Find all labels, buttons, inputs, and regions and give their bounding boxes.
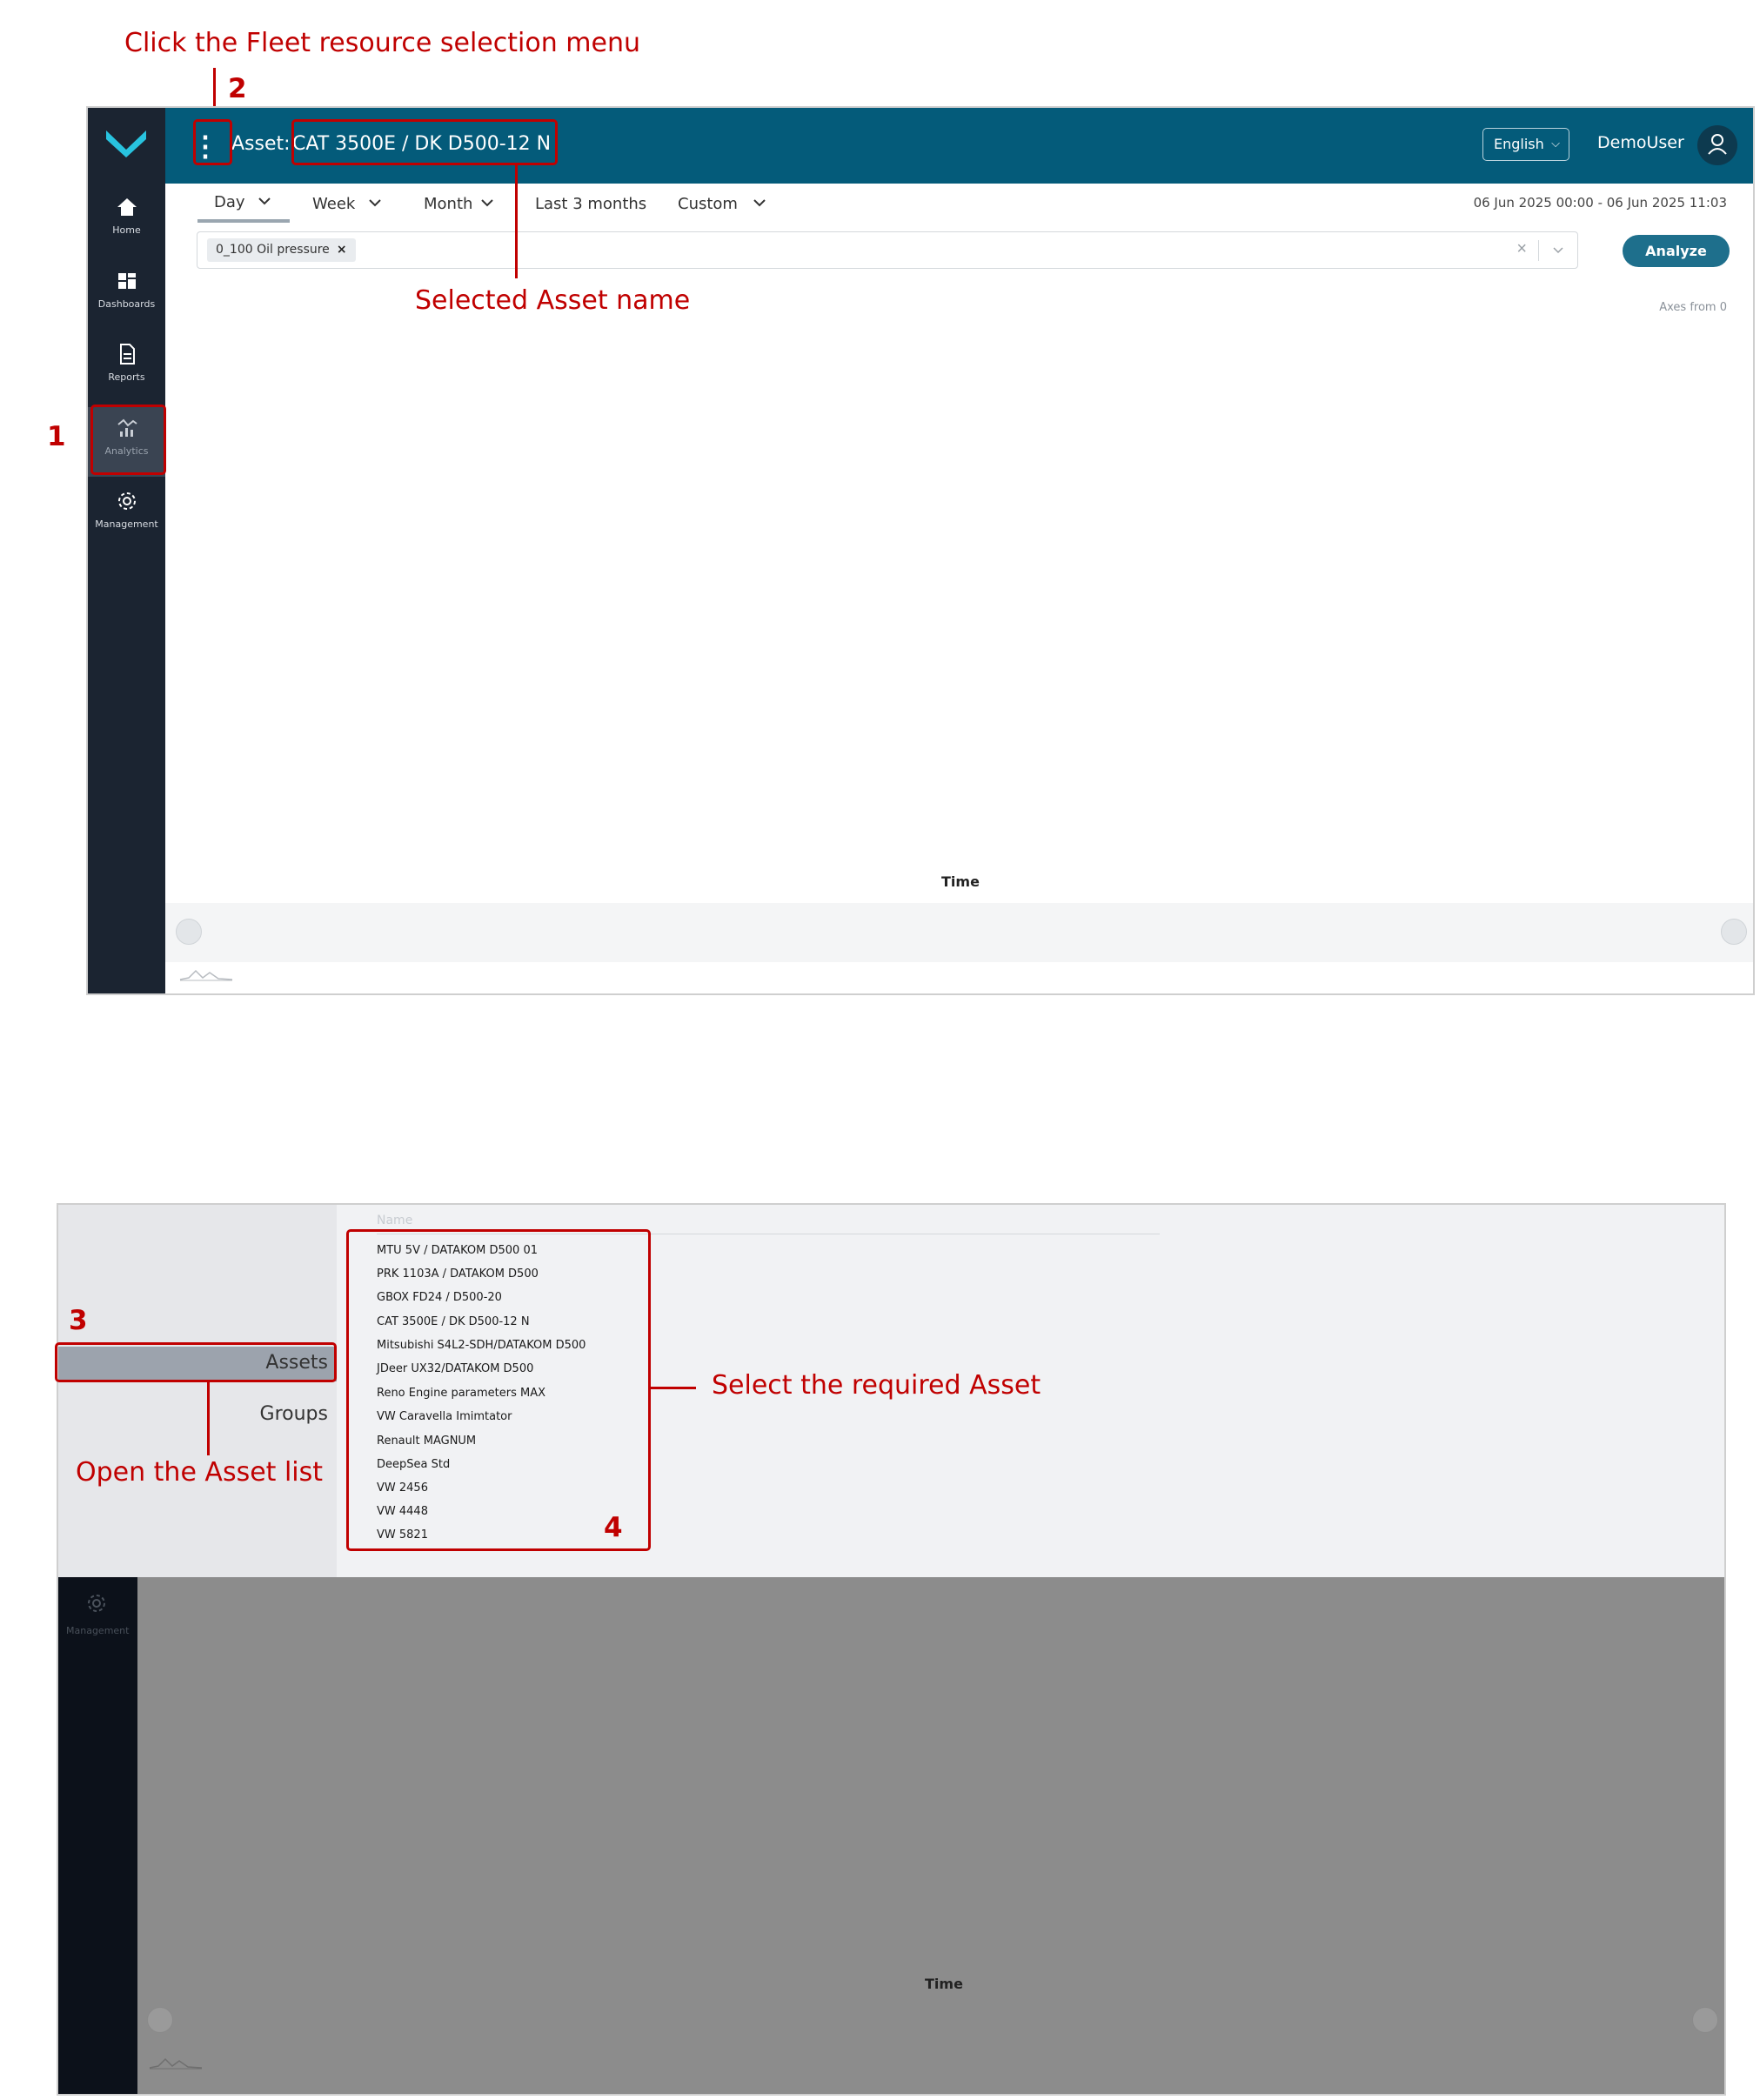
- language-label: English: [1494, 136, 1544, 152]
- user-name: DemoUser: [1597, 133, 1684, 152]
- parameter-select[interactable]: 0_100 Oil pressure × ×: [197, 231, 1578, 269]
- chevron-down-icon: [753, 199, 766, 207]
- navigator-series-icon: [179, 969, 233, 981]
- tab-month[interactable]: Month: [424, 195, 495, 213]
- step4-leader-line: [651, 1387, 696, 1389]
- asset-name-callout: Selected Asset name: [415, 285, 691, 316]
- menu-item-groups[interactable]: Groups: [58, 1398, 337, 1433]
- sidebar-item-home[interactable]: Home: [88, 186, 165, 256]
- asset-name-leader-line: [515, 165, 518, 278]
- active-tab-indicator: [197, 219, 290, 223]
- sidebar-item-label: Management: [66, 1625, 130, 1636]
- avatar[interactable]: [1697, 125, 1737, 165]
- step2-highlight-box: [193, 119, 232, 165]
- sidebar-item-dashboards[interactable]: Dashboards: [88, 260, 165, 330]
- tab-label: Custom: [678, 195, 738, 213]
- navigator-right-handle: [1692, 2007, 1718, 2033]
- content-overlay[interactable]: Time: [137, 1577, 1724, 2094]
- tab-custom[interactable]: Custom: [678, 195, 767, 213]
- x-axis-label: Time: [941, 873, 980, 890]
- step4-number: 4: [604, 1512, 623, 1543]
- sidebar-item-label: Management: [95, 518, 158, 530]
- chart-navigator[interactable]: [165, 903, 1753, 962]
- step3-leader-line: [207, 1382, 210, 1455]
- analyze-button[interactable]: Analyze: [1623, 235, 1730, 267]
- tab-last-3-months[interactable]: Last 3 months: [535, 195, 646, 213]
- divider: [1538, 240, 1539, 261]
- axes-note: Axes from 0: [1659, 301, 1727, 314]
- sidebar-dimmed: Management: [58, 1577, 137, 2094]
- list-header: Name: [377, 1214, 413, 1227]
- language-select[interactable]: English ⌵: [1482, 128, 1569, 161]
- sidebar-item-label: Home: [112, 224, 141, 236]
- tab-label: Month: [424, 195, 473, 213]
- x-axis-label: Time: [925, 1976, 963, 1992]
- gear-icon: [117, 492, 136, 510]
- chip-label: 0_100 Oil pressure: [216, 243, 330, 257]
- step1-highlight-box: [90, 405, 166, 475]
- step1-number: 1: [47, 421, 66, 452]
- tab-week[interactable]: Week: [312, 195, 383, 213]
- app-logo-icon[interactable]: [106, 125, 146, 158]
- user-icon: [1708, 134, 1727, 155]
- step3-highlight-box: [55, 1342, 337, 1382]
- menu-item-label: Groups: [259, 1403, 328, 1425]
- sidebar-item-management[interactable]: Management: [88, 480, 165, 550]
- asset-menu-screen: Assets Groups Name MTU 5V / DATAKOM D500…: [57, 1203, 1726, 2096]
- step2-instruction: Click the Fleet resource selection menu: [124, 28, 640, 58]
- asset-prefix-label: Asset:: [231, 133, 291, 155]
- step2-number: 2: [228, 73, 247, 104]
- gear-icon: [88, 1595, 105, 1612]
- tab-label: Day: [214, 193, 245, 211]
- chevron-down-icon: ⌵: [1551, 137, 1560, 150]
- clear-icon[interactable]: ×: [1516, 239, 1527, 259]
- asset-name-highlight-box: [291, 119, 558, 165]
- sidebar-item-label: Dashboards: [97, 298, 156, 310]
- navigator-left-handle: [147, 2007, 173, 2033]
- tab-label: Week: [312, 195, 356, 213]
- navigator-series-icon: [149, 2057, 203, 2070]
- report-icon: [119, 344, 135, 364]
- chevron-down-icon: [369, 199, 381, 207]
- sidebar-item-reports[interactable]: Reports: [88, 333, 165, 403]
- navigator-left-handle[interactable]: [176, 919, 202, 945]
- chevron-down-icon: [258, 197, 271, 205]
- chevron-down-icon[interactable]: [1551, 239, 1565, 262]
- tab-day[interactable]: Day: [214, 193, 272, 211]
- step3-number: 3: [69, 1305, 88, 1336]
- date-range: 06 Jun 2025 00:00 - 06 Jun 2025 11:03: [1473, 195, 1727, 211]
- chip-remove-icon[interactable]: ×: [337, 243, 347, 257]
- sidebar: Home Dashboards Reports Analytics Manage…: [88, 108, 165, 993]
- analytics-screen: Home Dashboards Reports Analytics Manage…: [86, 106, 1755, 995]
- fleet-resource-menu: Assets Groups: [58, 1205, 337, 1577]
- step4-highlight-box: [346, 1229, 651, 1551]
- parameter-chip: 0_100 Oil pressure ×: [207, 238, 356, 262]
- step4-instruction: Select the required Asset: [712, 1370, 1041, 1401]
- step3-instruction: Open the Asset list: [76, 1457, 324, 1488]
- home-icon: [117, 198, 137, 216]
- dashboard-icon: [117, 273, 136, 289]
- navigator-right-handle[interactable]: [1721, 919, 1747, 945]
- sidebar-item-label: Reports: [108, 371, 145, 383]
- tab-label: Last 3 months: [535, 195, 647, 213]
- chevron-down-icon: [481, 199, 493, 207]
